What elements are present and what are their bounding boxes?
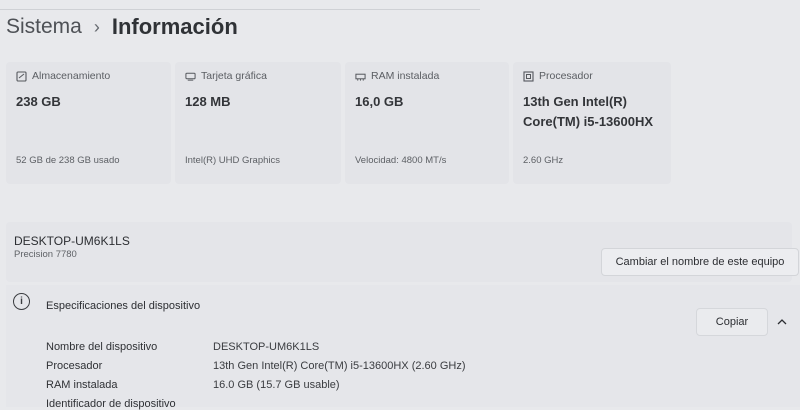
- page-title: Información: [111, 14, 238, 39]
- storage-card-value: 238 GB: [16, 94, 61, 109]
- processor-card-sub: 2.60 GHz: [523, 155, 564, 166]
- breadcrumb-separator: ›: [93, 16, 100, 37]
- summary-cards: Almacenamiento 238 GB 52 GB de 238 GB us…: [6, 62, 671, 184]
- device-specs-panel: i Especificaciones del dispositivo Copia…: [6, 285, 800, 410]
- processor-card-header: Procesador: [523, 70, 593, 82]
- spec-value: DESKTOP-UM6K1LS: [213, 341, 320, 353]
- gpu-card-title: Tarjeta gráfica: [201, 70, 267, 82]
- breadcrumb-parent-link[interactable]: Sistema: [6, 15, 82, 39]
- device-specs-header[interactable]: i Especificaciones del dispositivo Copia…: [6, 285, 800, 336]
- rename-pc-button[interactable]: Cambiar el nombre de este equipo: [601, 248, 799, 276]
- ram-card-sub: Velocidad: 4800 MT/s: [355, 155, 447, 166]
- gpu-card-value: 128 MB: [185, 94, 231, 109]
- processor-card-value-line2: Core(TM) i5-13600HX: [523, 114, 654, 129]
- gpu-icon: [185, 71, 196, 82]
- processor-card-value: 13th Gen Intel(R) Core(TM) i5-13600HX: [523, 92, 653, 132]
- gpu-card-sub: Intel(R) UHD Graphics: [185, 155, 281, 166]
- ram-card-header: RAM instalada: [355, 70, 439, 82]
- ram-card[interactable]: RAM instalada 16,0 GB Velocidad: 4800 MT…: [345, 62, 509, 184]
- device-model: Precision 7780: [14, 249, 77, 260]
- copy-button[interactable]: Copiar: [696, 308, 768, 336]
- spec-row: Identificador de dispositivo: [46, 398, 213, 410]
- processor-card-value-line1: 13th Gen Intel(R): [523, 94, 628, 109]
- top-divider: [0, 9, 480, 10]
- storage-card-header: Almacenamiento: [16, 70, 110, 82]
- spec-label: Nombre del dispositivo: [46, 341, 158, 353]
- ram-card-value: 16,0 GB: [355, 94, 404, 109]
- ram-card-title: RAM instalada: [371, 70, 440, 82]
- spec-row: RAM instalada 16.0 GB (15.7 GB usable): [46, 379, 340, 391]
- storage-icon: [16, 70, 27, 82]
- spec-label: Identificador de dispositivo: [46, 398, 176, 410]
- breadcrumb: Sistema › Información: [6, 14, 238, 40]
- processor-icon: [523, 70, 534, 82]
- chevron-up-icon[interactable]: [776, 315, 788, 327]
- storage-card-sub: 52 GB de 238 GB usado: [16, 155, 120, 166]
- device-specs-title: Especificaciones del dispositivo: [46, 300, 201, 312]
- device-name: DESKTOP-UM6K1LS: [14, 234, 130, 248]
- storage-card-title: Almacenamiento: [32, 70, 111, 82]
- spec-row: Nombre del dispositivo DESKTOP-UM6K1LS: [46, 341, 319, 353]
- gpu-card[interactable]: Tarjeta gráfica 128 MB Intel(R) UHD Grap…: [175, 62, 341, 184]
- processor-card-title: Procesador: [539, 70, 593, 82]
- device-name-panel: DESKTOP-UM6K1LS Precision 7780 Cambiar e…: [6, 222, 799, 282]
- gpu-card-header: Tarjeta gráfica: [185, 70, 267, 82]
- spec-value: 13th Gen Intel(R) Core(TM) i5-13600HX (2…: [213, 360, 466, 372]
- spec-value: 16.0 GB (15.7 GB usable): [213, 379, 340, 391]
- ram-icon: [355, 71, 366, 82]
- spec-row: Procesador 13th Gen Intel(R) Core(TM) i5…: [46, 360, 465, 372]
- spec-label: RAM instalada: [46, 379, 118, 391]
- spec-label: Procesador: [46, 360, 103, 372]
- info-icon: i: [13, 293, 30, 310]
- processor-card[interactable]: Procesador 13th Gen Intel(R) Core(TM) i5…: [513, 62, 671, 184]
- storage-card[interactable]: Almacenamiento 238 GB 52 GB de 238 GB us…: [6, 62, 171, 184]
